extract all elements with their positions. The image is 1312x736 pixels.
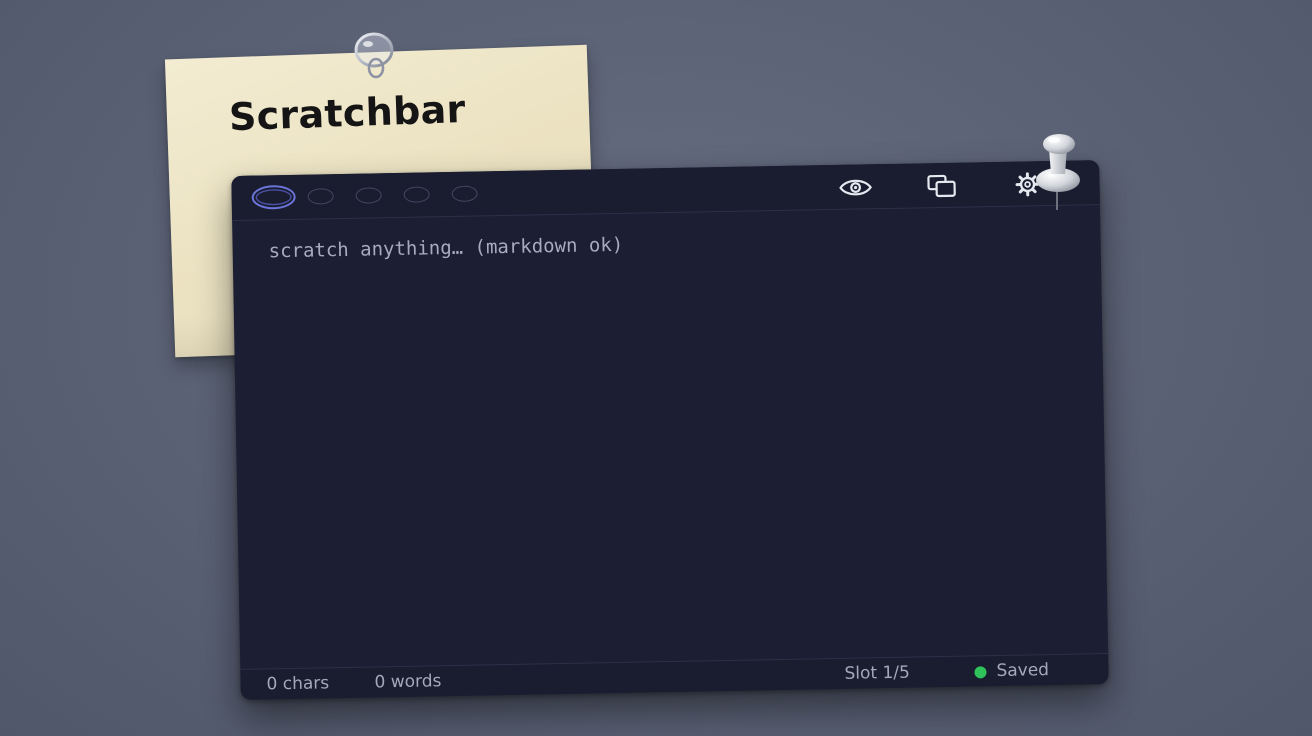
app-title: Scratchbar	[228, 87, 467, 140]
char-count: 0 chars	[266, 673, 330, 695]
slot-2-button[interactable]	[307, 188, 334, 205]
slot-3-button[interactable]	[355, 187, 382, 204]
paper-clip-icon	[354, 32, 394, 79]
copy-icon	[927, 174, 956, 198]
push-pin-icon	[1036, 134, 1080, 210]
status-bar: 0 chars 0 words Slot 1/5 Saved	[240, 653, 1109, 700]
slot-1-button[interactable]	[251, 184, 296, 210]
scratchbar-window: 0 chars 0 words Slot 1/5 Saved	[231, 160, 1109, 700]
word-count: 0 words	[374, 671, 442, 693]
saved-status-dot	[974, 666, 987, 679]
preview-button[interactable]	[837, 174, 873, 201]
slot-4-button[interactable]	[403, 186, 430, 203]
scratch-editor[interactable]	[268, 223, 1056, 638]
eye-icon	[839, 179, 872, 196]
slot-indicator: Slot 1/5	[844, 662, 911, 684]
slot-5-button[interactable]	[451, 185, 478, 202]
copy-button[interactable]	[923, 173, 959, 200]
save-status: Saved	[996, 660, 1050, 682]
